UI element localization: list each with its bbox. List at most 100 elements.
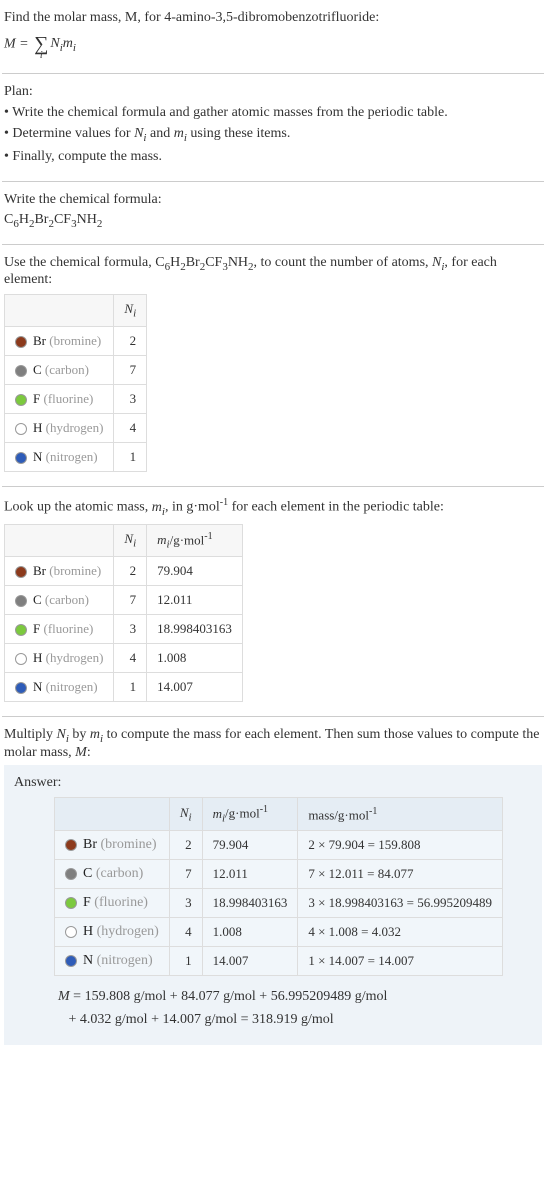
answer-ni-header: Ni	[169, 798, 202, 831]
element-dot-icon	[65, 926, 77, 938]
ni-cell: 7	[114, 586, 147, 615]
element-dot-icon	[15, 595, 27, 607]
element-cell: F (fluorine)	[5, 385, 114, 414]
mass-cell: 1 × 14.007 = 14.007	[298, 947, 503, 976]
lookup-section: Look up the atomic mass, mi, in g·mol-1 …	[2, 486, 544, 716]
lookup-intro-c: for each element in the periodic table:	[228, 500, 444, 515]
element-cell: C (carbon)	[55, 860, 170, 889]
mi-cell: 12.011	[202, 860, 298, 889]
final-eq-line2: + 4.032 g/mol + 14.007 g/mol = 318.919 g…	[69, 1012, 334, 1027]
element-cell: H (hydrogen)	[55, 918, 170, 947]
element-dot-icon	[15, 336, 27, 348]
ni-cell: 7	[114, 356, 147, 385]
element-dot-icon	[15, 682, 27, 694]
element-cell: H (hydrogen)	[5, 414, 114, 443]
ni-cell: 4	[114, 644, 147, 673]
mi-cell: 18.998403163	[202, 889, 298, 918]
lookup-mi-header: mi/g·mol-1	[147, 524, 243, 557]
element-cell: N (nitrogen)	[5, 443, 114, 472]
table-row: N (nitrogen)114.007	[5, 673, 243, 702]
plan-section: Plan: • Write the chemical formula and g…	[2, 73, 544, 181]
table-row: H (hydrogen)41.008	[5, 644, 243, 673]
table-row: Br (bromine)279.904	[5, 557, 243, 586]
mi-cell: 14.007	[147, 673, 243, 702]
element-dot-icon	[65, 868, 77, 880]
chemical-formula: C6H2Br2CF3NH2	[4, 212, 542, 230]
lookup-table: Ni mi/g·mol-1 Br (bromine)279.904C (carb…	[4, 524, 243, 703]
ni-col-header: Ni	[114, 295, 147, 327]
element-dot-icon	[15, 624, 27, 636]
plan-bullet-2: • Determine values for Ni and mi using t…	[4, 123, 542, 146]
count-intro-a: Use the chemical formula,	[4, 255, 155, 270]
element-cell: H (hydrogen)	[5, 644, 114, 673]
answer-mi-header: mi/g·mol-1	[202, 798, 298, 831]
element-dot-icon	[65, 897, 77, 909]
mult-a: Multiply	[4, 727, 57, 742]
ni-cell: 1	[169, 947, 202, 976]
plan-bullet-3: • Finally, compute the mass.	[4, 146, 542, 167]
element-dot-icon	[65, 955, 77, 967]
write-formula-header: Write the chemical formula:	[4, 192, 542, 208]
plan-bullet-1: • Write the chemical formula and gather …	[4, 102, 542, 123]
table-row: H (hydrogen)4	[5, 414, 147, 443]
count-intro-b: , to count the number of atoms,	[254, 255, 432, 270]
table-row: F (fluorine)3	[5, 385, 147, 414]
mi-cell: 18.998403163	[147, 615, 243, 644]
mass-cell: 7 × 12.011 = 84.077	[298, 860, 503, 889]
element-dot-icon	[15, 566, 27, 578]
answer-block: Answer: Ni mi/g·mol-1 mass/g·mol-1 Br (b…	[4, 765, 542, 1045]
table-row: Br (bromine)2	[5, 327, 147, 356]
element-cell: N (nitrogen)	[55, 947, 170, 976]
table-row: N (nitrogen)114.0071 × 14.007 = 14.007	[55, 947, 503, 976]
table-row: H (hydrogen)41.0084 × 1.008 = 4.032	[55, 918, 503, 947]
lookup-intro: Look up the atomic mass, mi, in g·mol-1 …	[4, 497, 542, 517]
table-row: F (fluorine)318.998403163	[5, 615, 243, 644]
mi-cell: 79.904	[202, 831, 298, 860]
ni-cell: 3	[114, 615, 147, 644]
final-equation: M = 159.808 g/mol + 84.077 g/mol + 56.99…	[54, 986, 532, 1031]
element-dot-icon	[15, 452, 27, 464]
element-cell: Br (bromine)	[5, 327, 114, 356]
mi-cell: 14.007	[202, 947, 298, 976]
lookup-ni-header: Ni	[114, 524, 147, 557]
element-dot-icon	[15, 365, 27, 377]
element-cell: F (fluorine)	[55, 889, 170, 918]
element-cell: Br (bromine)	[5, 557, 114, 586]
answer-mass-header: mass/g·mol-1	[298, 798, 503, 831]
answer-table: Ni mi/g·mol-1 mass/g·mol-1 Br (bromine)2…	[54, 797, 503, 976]
ni-cell: 2	[114, 327, 147, 356]
element-cell: C (carbon)	[5, 586, 114, 615]
element-dot-icon	[65, 839, 77, 851]
plan-header: Plan:	[4, 84, 542, 100]
mi-cell: 12.011	[147, 586, 243, 615]
element-cell: Br (bromine)	[55, 831, 170, 860]
table-row: C (carbon)7	[5, 356, 147, 385]
write-formula-section: Write the chemical formula: C6H2Br2CF3NH…	[2, 181, 544, 244]
count-table: Ni Br (bromine)2C (carbon)7F (fluorine)3…	[4, 294, 147, 472]
table-row: N (nitrogen)1	[5, 443, 147, 472]
ni-cell: 1	[114, 443, 147, 472]
ni-cell: 2	[114, 557, 147, 586]
table-row: C (carbon)712.011	[5, 586, 243, 615]
ni-cell: 4	[169, 918, 202, 947]
count-atoms-intro: Use the chemical formula, C6H2Br2CF3NH2,…	[4, 255, 542, 289]
table-row: Br (bromine)279.9042 × 79.904 = 159.808	[55, 831, 503, 860]
mi-cell: 79.904	[147, 557, 243, 586]
mass-cell: 4 × 1.008 = 4.032	[298, 918, 503, 947]
mult-b: by	[69, 727, 90, 742]
ni-cell: 1	[114, 673, 147, 702]
ni-cell: 3	[114, 385, 147, 414]
intro-section: Find the molar mass, M, for 4-amino-3,5-…	[2, 4, 544, 73]
multiply-intro: Multiply Ni by mi to compute the mass fo…	[4, 727, 542, 761]
answer-label: Answer:	[14, 775, 532, 791]
mult-d: :	[87, 745, 91, 760]
ni-cell: 3	[169, 889, 202, 918]
element-cell: F (fluorine)	[5, 615, 114, 644]
mi-cell: 1.008	[147, 644, 243, 673]
element-dot-icon	[15, 394, 27, 406]
intro-text: Find the molar mass, M, for 4-amino-3,5-…	[4, 10, 379, 25]
ni-cell: 4	[114, 414, 147, 443]
count-atoms-section: Use the chemical formula, C6H2Br2CF3NH2,…	[2, 244, 544, 486]
ni-cell: 2	[169, 831, 202, 860]
table-row: C (carbon)712.0117 × 12.011 = 84.077	[55, 860, 503, 889]
